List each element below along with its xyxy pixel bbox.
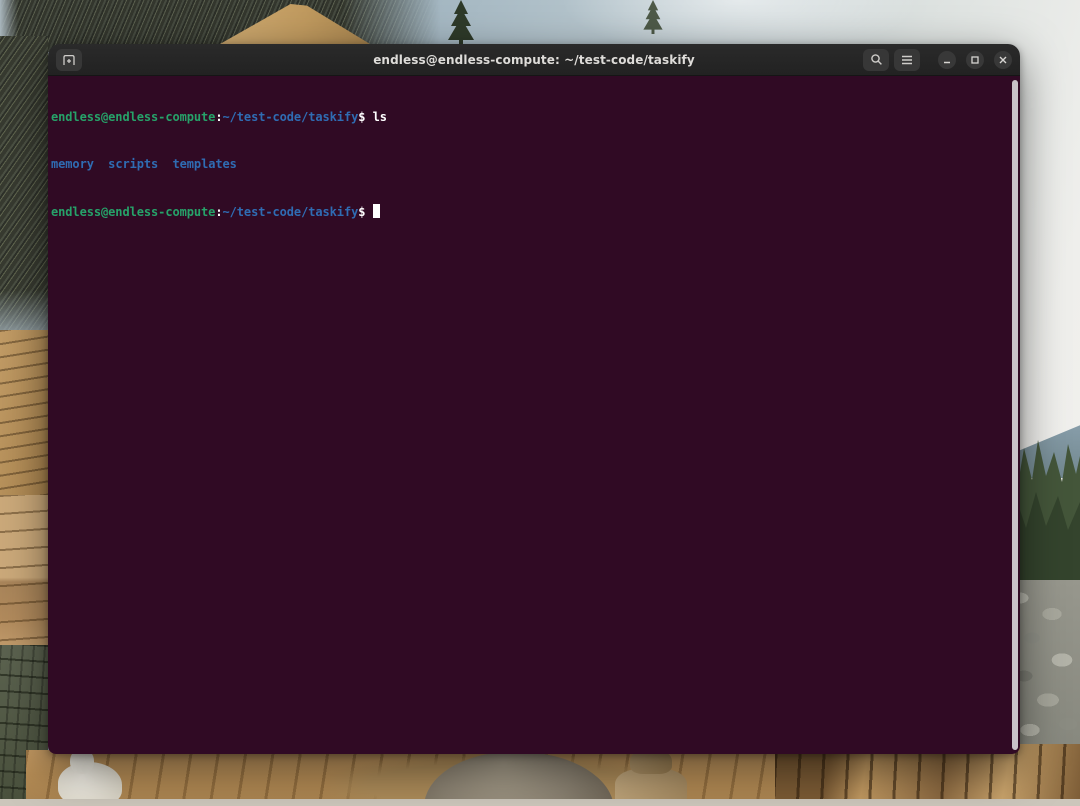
- terminal-prompt-line-2: endless@endless-compute:~/test-code/task…: [51, 204, 1010, 220]
- terminal-window: endless@endless-compute: ~/test-code/tas…: [48, 44, 1020, 754]
- wallpaper-wood-shingles: [0, 330, 48, 495]
- terminal-cursor: [373, 204, 380, 218]
- close-icon: [999, 56, 1007, 64]
- prompt-path: ~/test-code/taskify: [222, 205, 358, 219]
- prompt-symbol: $: [358, 110, 365, 124]
- minimize-button[interactable]: [938, 51, 956, 69]
- search-icon: [870, 53, 883, 66]
- directory-entry: memory: [51, 157, 94, 171]
- terminal-output-line: memory scripts templates: [51, 157, 1010, 173]
- terminal-body[interactable]: endless@endless-compute:~/test-code/task…: [48, 76, 1020, 754]
- wallpaper-twig-thatch-left: [0, 36, 48, 346]
- prompt-path: ~/test-code/taskify: [222, 110, 358, 124]
- terminal-prompt-line-1: endless@endless-compute:~/test-code/task…: [51, 110, 1010, 126]
- terminal-titlebar[interactable]: endless@endless-compute: ~/test-code/tas…: [48, 44, 1020, 76]
- prompt-user-host: endless@endless-compute: [51, 205, 215, 219]
- wallpaper-pine-tree: [444, 0, 478, 46]
- terminal-scrollbar[interactable]: [1012, 80, 1018, 750]
- wallpaper-bottom-edge: [0, 799, 1080, 806]
- directory-entry: scripts: [108, 157, 158, 171]
- wallpaper-pine-tree-small: [640, 0, 666, 34]
- minimize-icon: [943, 56, 951, 64]
- hamburger-menu-icon: [901, 55, 913, 65]
- menu-button[interactable]: [894, 49, 920, 71]
- new-tab-button[interactable]: [56, 49, 82, 71]
- wallpaper-wood-planks: [0, 495, 48, 645]
- search-button[interactable]: [863, 49, 889, 71]
- directory-entry: templates: [172, 157, 236, 171]
- new-tab-icon: [62, 53, 76, 66]
- prompt-symbol: $: [358, 205, 365, 219]
- maximize-button[interactable]: [966, 51, 984, 69]
- prompt-user-host: endless@endless-compute: [51, 110, 215, 124]
- maximize-icon: [971, 56, 979, 64]
- titlebar-action-group: [863, 49, 920, 71]
- close-button[interactable]: [994, 51, 1012, 69]
- typed-command: ls: [373, 110, 387, 124]
- titlebar-controls: [863, 49, 1012, 71]
